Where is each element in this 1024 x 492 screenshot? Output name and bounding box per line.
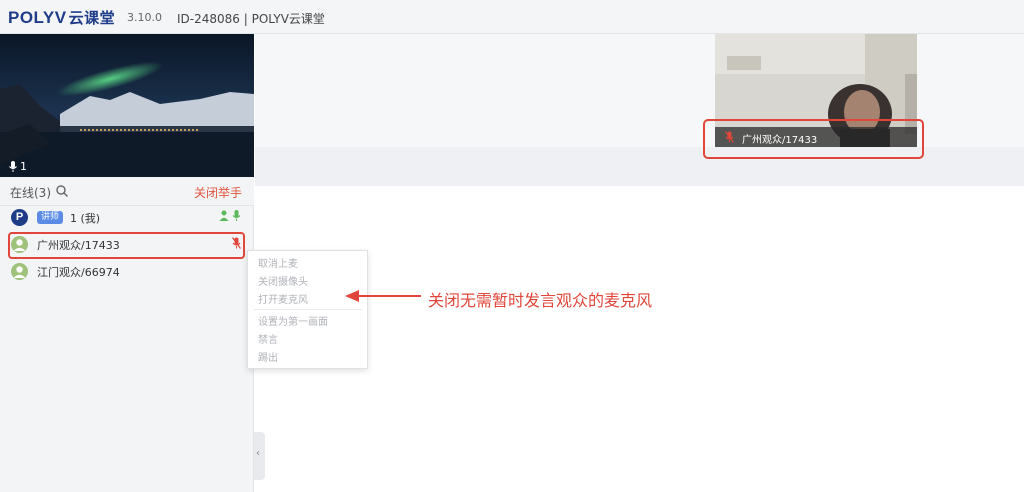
room-info: ID-248086 | POLYV云课堂 [177,12,325,26]
default-user-icon [11,263,28,280]
menu-item-kick-out[interactable]: 踢出 [258,349,278,364]
mic-icon [9,161,17,172]
app-logo: POLYV 云课堂 [8,7,115,28]
user-row-teacher[interactable]: P 讲师 1 (我) [0,205,254,231]
menu-item-close-camera[interactable]: 关闭摄像头 [258,273,308,288]
logo-text: POLYV [8,8,67,27]
close-raise-hand-button[interactable]: 关闭举手 [194,184,242,201]
mic-count-label: 1 [20,160,27,173]
menu-item-mute-chat[interactable]: 禁言 [258,331,278,346]
online-bar: 在线(3) 关闭举手 [0,177,254,206]
annotation-arrow [345,290,421,302]
preview-image [0,34,254,177]
sidebar: 1 在线(3) 关闭举手 P 讲师 1 (我) 广州观众/17433 江门观众/… [0,34,254,492]
teacher-avatar: P [11,209,28,226]
user-name: 江门观众/66974 [37,266,120,279]
camera-on-icon [219,210,229,221]
user-name: 1 (我) [70,212,101,225]
user-row-jiangmen[interactable]: 江门观众/66974 [0,259,254,285]
user-row-highlight [8,232,245,259]
sidebar-collapse-handle[interactable]: ‹ [254,432,265,480]
logo-cn-text: 云课堂 [68,9,116,27]
teacher-status-icons [219,210,241,221]
menu-item-set-first-screen[interactable]: 设置为第一画面 [258,313,328,328]
user-context-menu: 取消上麦 关闭摄像头 打开麦克风 设置为第一画面 禁言 踢出 [247,250,368,369]
online-count-label: 在线(3) [10,186,51,200]
menu-item-cancel-mic[interactable]: 取消上麦 [258,255,298,270]
camera-label-highlight [703,119,924,159]
annotation-text: 关闭无需暂时发言观众的麦克风 [428,291,653,310]
chevron-left-icon: ‹ [256,448,260,459]
user-avatar [11,263,28,280]
preview-mic-count: 1 [9,160,27,173]
role-badge: 讲师 [37,211,64,224]
search-icon[interactable] [56,185,68,197]
title-bar: POLYV 云课堂 3.10.0 ID-248086 | POLYV云课堂 [0,0,1024,34]
mic-on-icon [232,210,241,221]
app-version: 3.10.0 [127,11,162,24]
menu-item-open-mic[interactable]: 打开麦克风 [258,291,308,306]
main-preview[interactable]: 1 [0,34,254,177]
menu-divider [254,309,362,310]
